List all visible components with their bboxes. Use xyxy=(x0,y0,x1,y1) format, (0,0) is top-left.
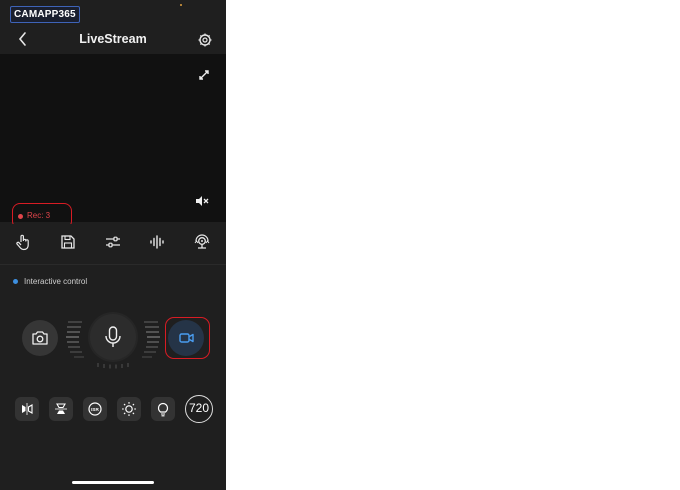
app-logo: CAMAPP365 xyxy=(10,6,80,23)
level-left-icon xyxy=(66,321,84,358)
page-title: LiveStream xyxy=(79,32,147,46)
microphone-icon xyxy=(105,326,121,347)
svg-text:ISR: ISR xyxy=(91,407,99,412)
mirror-button[interactable] xyxy=(15,397,39,421)
chevron-left-icon[interactable] xyxy=(16,31,30,47)
brightness-icon xyxy=(122,402,136,416)
resolution-button[interactable]: 720 xyxy=(185,395,213,423)
level-right-icon xyxy=(142,321,160,358)
microphone-button[interactable] xyxy=(90,314,136,360)
sliders-icon[interactable] xyxy=(104,233,122,251)
level-bottom-icon xyxy=(97,363,129,369)
rec-label: Rec: 3 xyxy=(27,211,51,220)
save-icon[interactable] xyxy=(59,233,77,251)
flip-vertical-icon xyxy=(55,403,67,414)
hand-pointer-icon[interactable] xyxy=(14,233,32,251)
status-indicator xyxy=(180,4,182,6)
toolbar xyxy=(0,224,226,265)
camera-icon xyxy=(32,331,48,345)
home-indicator[interactable] xyxy=(72,481,154,484)
mirror-flip-icon xyxy=(22,403,33,415)
isr-button[interactable]: ISR xyxy=(83,397,107,421)
light-bulb-icon xyxy=(157,402,169,417)
phone-screen: CAMAPP365 LiveStream Rec: 3 Interactive … xyxy=(0,0,226,490)
gear-icon[interactable] xyxy=(197,32,213,48)
interactive-dot xyxy=(13,279,18,284)
speaker-muted-icon[interactable] xyxy=(193,192,211,210)
interactive-control-label: Interactive control xyxy=(24,277,88,286)
snapshot-button[interactable] xyxy=(22,320,58,356)
flip-button[interactable] xyxy=(49,397,73,421)
light-button[interactable] xyxy=(151,397,175,421)
rec-dot xyxy=(18,214,23,219)
isr-icon: ISR xyxy=(88,402,102,416)
expand-icon[interactable] xyxy=(196,67,212,83)
brightness-button[interactable] xyxy=(117,397,141,421)
audio-wave-icon[interactable] xyxy=(148,233,166,251)
pan-tilt-icon[interactable] xyxy=(193,233,211,251)
highlight-frame xyxy=(165,317,210,359)
